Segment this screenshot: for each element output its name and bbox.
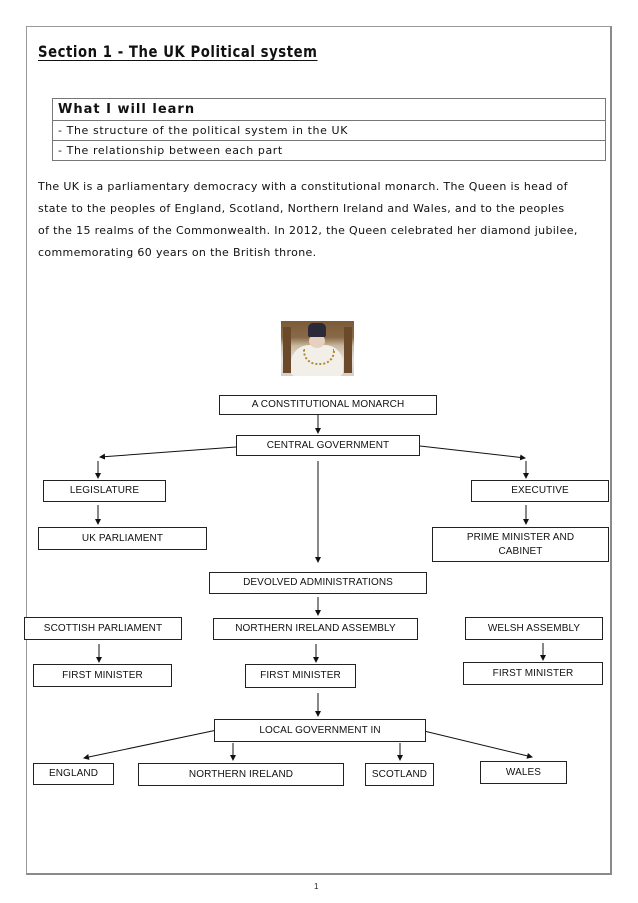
node-executive: EXECUTIVE: [471, 480, 609, 502]
node-first-minister-scotland: FIRST MINISTER: [33, 664, 172, 687]
node-wales: WALES: [480, 761, 567, 784]
page-number: 1: [314, 882, 319, 891]
arrow-central-to-legislature: [99, 446, 237, 460]
node-ni-assembly: NORTHERN IRELAND ASSEMBLY: [213, 618, 418, 640]
node-monarch: A CONSTITUTIONAL MONARCH: [219, 395, 437, 415]
node-england: ENGLAND: [33, 763, 114, 785]
node-scotland: SCOTLAND: [365, 763, 434, 786]
node-welsh-assembly: WELSH ASSEMBLY: [465, 617, 603, 640]
node-devolved-administrations: DEVOLVED ADMINISTRATIONS: [209, 572, 427, 594]
arrow-local-to-england: [83, 729, 218, 760]
arrow-central-to-executive: [419, 445, 526, 461]
node-scottish-parliament: SCOTTISH PARLIAMENT: [24, 617, 182, 640]
arrow-local-to-wales: [423, 730, 533, 759]
node-uk-parliament: UK PARLIAMENT: [38, 527, 207, 550]
node-legislature: LEGISLATURE: [43, 480, 166, 502]
node-first-minister-ni: FIRST MINISTER: [245, 664, 356, 688]
node-central-government: CENTRAL GOVERNMENT: [236, 435, 420, 456]
node-first-minister-wales: FIRST MINISTER: [463, 662, 603, 685]
node-northern-ireland: NORTHERN IRELAND: [138, 763, 344, 786]
node-local-government: LOCAL GOVERNMENT IN: [214, 719, 426, 742]
node-prime-minister-cabinet: PRIME MINISTER AND CABINET: [432, 527, 609, 562]
